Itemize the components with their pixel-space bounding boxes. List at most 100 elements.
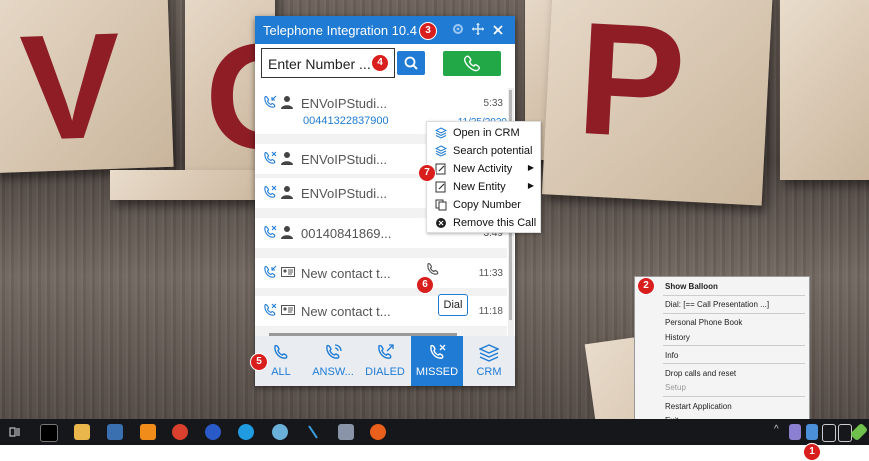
caller-name: 00140841869... [301,226,392,241]
outgoing-call-icon [378,344,394,359]
submenu-arrow-icon: ▶ [527,163,534,172]
callout-badge: 1 [803,443,821,461]
callout-badge: 3 [419,22,437,40]
menu-item-new-activity[interactable]: New Activity ▶ [427,160,540,178]
caller-name: ENVoIPStudi... [301,96,387,111]
telephone-integration-tray-icon[interactable] [806,424,818,440]
letter-block-p: P [541,0,775,206]
settings-icon[interactable] [449,23,467,38]
person-icon [281,226,293,239]
chevron-up-icon[interactable]: ^ [774,424,784,440]
menu-item-remove-call[interactable]: Remove this Call [427,214,540,232]
person-icon [281,96,293,109]
sublime-text-icon[interactable] [140,424,156,440]
tab-label: DIALED [365,366,405,378]
tray-item-show-balloon[interactable]: Show Balloon [665,282,718,291]
call-context-menu: Open in CRM Search potential New Activit… [426,121,541,233]
incoming-call-icon [326,344,342,359]
tab-label: CRM [476,366,502,378]
notes-icon[interactable] [338,424,354,440]
list-item[interactable]: New contact t... 11:33 [255,258,507,288]
tab-label: ALL [271,366,291,378]
call-button[interactable] [443,51,501,76]
pen-icon[interactable] [305,424,321,440]
tray-item-history[interactable]: History [665,333,690,342]
search-button[interactable] [397,51,425,75]
menu-item-open-in-crm[interactable]: Open in CRM [427,124,540,142]
callout-badge: 2 [637,277,655,295]
menu-item-search-potential[interactable]: Search potential [427,142,540,160]
close-icon[interactable] [489,23,507,38]
layers-icon [435,127,447,139]
caller-name: New contact t... [301,304,391,319]
missed-call-icon [264,185,277,198]
tab-crm[interactable]: CRM [463,336,515,386]
tray-item-restart[interactable]: Restart Application [665,402,732,411]
firefox-icon[interactable] [370,424,386,440]
caller-name: ENVoIPStudi... [301,186,387,201]
menu-divider [663,396,805,397]
submenu-arrow-icon: ▶ [527,181,534,190]
edge-icon[interactable] [238,424,254,440]
menu-item-label: New Entity [453,181,506,193]
phone-icon [274,344,288,359]
search-icon [404,56,418,70]
menu-item-copy-number[interactable]: Copy Number [427,196,540,214]
call-time: 11:33 [478,268,503,279]
call-time: 11:18 [478,306,503,317]
menu-item-label: Copy Number [453,199,521,211]
letter-block-v: V [0,0,174,174]
title-bar: Telephone Integration 10.4 [255,16,515,44]
caller-name: New contact t... [301,266,391,281]
bug-tracker-icon[interactable] [205,424,221,440]
tab-label: ANSW... [312,366,354,378]
menu-divider [663,345,805,346]
file-explorer-icon[interactable] [74,424,90,440]
network-icon[interactable] [822,424,836,442]
menu-item-label: Open in CRM [453,127,520,139]
chrome-icon[interactable] [172,424,188,440]
list-item[interactable]: New contact t... 11:18 [255,296,507,326]
menu-item-label: Search potential [453,145,533,157]
task-view-icon[interactable] [7,424,23,440]
status-icon[interactable] [849,422,869,442]
react-icon[interactable] [272,424,288,440]
copy-icon [435,199,447,211]
terminal-icon[interactable] [40,424,58,442]
missed-call-icon [430,344,446,359]
person-icon [281,186,293,199]
menu-divider [663,363,805,364]
tray-item-phone-book[interactable]: Personal Phone Book [665,318,742,327]
edit-icon [435,181,446,193]
missed-call-icon [264,151,277,164]
tab-missed[interactable]: MISSED [411,336,463,386]
move-icon[interactable] [469,22,487,38]
phone-icon [464,55,480,72]
pen-tray-icon[interactable] [789,424,801,440]
tray-item-setup: Setup [665,383,686,392]
incoming-call-icon [264,265,277,278]
callout-badge: 7 [418,164,436,182]
missed-call-icon [264,303,277,316]
tray-item-dial[interactable]: Dial: [== Call Presentation ...] [665,300,769,309]
visual-studio-icon[interactable] [107,424,123,440]
incoming-call-icon [264,95,277,108]
wood-block-right [780,0,869,180]
tab-dialed[interactable]: DIALED [359,336,411,386]
call-filter-tabs: ALL ANSW... DIALED MISSED CRM [255,336,515,386]
person-icon [281,152,293,165]
menu-item-label: New Activity [453,163,513,175]
tray-item-drop-calls[interactable]: Drop calls and reset [665,369,736,378]
taskbar: ^ [0,419,869,445]
callout-badge: 4 [371,54,389,72]
tray-item-info[interactable]: Info [665,351,678,360]
menu-divider [663,313,805,314]
bottom-margin [0,445,869,461]
tab-label: MISSED [415,366,459,378]
contact-card-icon [281,305,295,315]
menu-item-new-entity[interactable]: New Entity ▶ [427,178,540,196]
tray-context-menu: Show Balloon Dial: [== Call Presentation… [634,276,810,428]
caller-number[interactable]: 00441322837900 [303,115,389,127]
tab-answered[interactable]: ANSW... [307,336,359,386]
layers-icon [435,145,447,157]
